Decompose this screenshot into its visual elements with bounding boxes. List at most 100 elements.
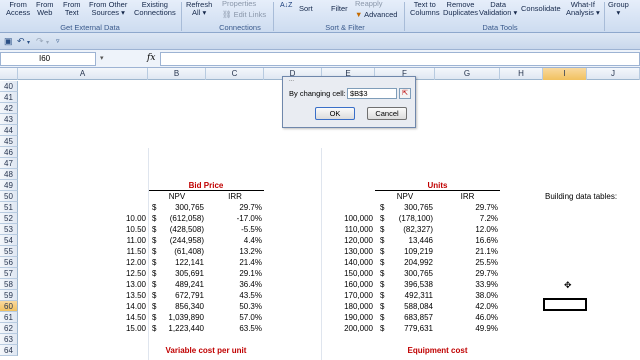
irr-cell[interactable]: 29.7% <box>435 202 498 213</box>
undo-dropdown-icon[interactable]: ▾ <box>27 38 30 48</box>
irr-cell[interactable]: 7.2% <box>435 213 498 224</box>
bid-price-cell[interactable]: 10.00 <box>18 213 146 224</box>
bid-price-cell[interactable]: 14.50 <box>18 312 146 323</box>
bid-price-cell[interactable] <box>18 202 146 213</box>
npv-cell[interactable]: 856,340 <box>160 301 204 312</box>
irr-cell[interactable]: 49.9% <box>435 323 498 334</box>
irr-cell[interactable]: 16.6% <box>435 235 498 246</box>
from-other-sources-button[interactable]: From Other Sources ▾ <box>89 1 127 17</box>
column-header-i[interactable]: I <box>543 68 587 80</box>
npv-cell[interactable]: (178,100) <box>388 213 433 224</box>
bid-price-cell[interactable]: 11.00 <box>18 235 146 246</box>
row-header[interactable]: 58 <box>0 279 18 290</box>
row-header[interactable]: 45 <box>0 136 18 147</box>
redo-icon[interactable]: ↷ <box>36 36 44 46</box>
row-header[interactable]: 64 <box>0 345 18 356</box>
irr-cell[interactable]: -5.5% <box>206 224 262 235</box>
from-web-button[interactable]: From Web <box>36 1 54 17</box>
npv-cell[interactable]: 204,992 <box>388 257 433 268</box>
redo-dropdown-icon[interactable]: ▾ <box>46 38 49 48</box>
from-access-button[interactable]: From Access <box>6 1 30 17</box>
npv-cell[interactable]: 300,765 <box>388 268 433 279</box>
irr-cell[interactable]: 43.5% <box>206 290 262 301</box>
column-header-a[interactable]: A <box>18 68 148 80</box>
bid-price-cell[interactable]: 13.00 <box>18 279 146 290</box>
npv-cell[interactable]: 13,446 <box>388 235 433 246</box>
bid-price-cell[interactable]: 15.00 <box>18 323 146 334</box>
group-button[interactable]: Group ▾ <box>608 1 629 17</box>
row-header[interactable]: 51 <box>0 202 18 213</box>
irr-cell[interactable]: 36.4% <box>206 279 262 290</box>
sort-button[interactable]: Sort <box>299 5 313 13</box>
advanced-button[interactable]: ▼ Advanced <box>355 10 397 19</box>
npv-header[interactable]: NPV <box>375 191 435 202</box>
from-text-button[interactable]: From Text <box>63 1 81 17</box>
irr-cell[interactable]: -17.0% <box>206 213 262 224</box>
row-header[interactable]: 50 <box>0 191 18 202</box>
irr-cell[interactable]: 29.7% <box>206 202 262 213</box>
cancel-button[interactable]: Cancel <box>367 107 407 120</box>
row-header[interactable]: 54 <box>0 235 18 246</box>
ok-button[interactable]: OK <box>315 107 355 120</box>
bid-price-cell[interactable]: 12.50 <box>18 268 146 279</box>
column-header-b[interactable]: B <box>148 68 206 80</box>
remove-duplicates-button[interactable]: Remove Duplicates <box>443 1 478 17</box>
row-header[interactable]: 55 <box>0 246 18 257</box>
customize-qat-icon[interactable]: ▿ <box>56 37 60 47</box>
bid-price-title[interactable]: Bid Price <box>148 180 264 191</box>
row-header[interactable]: 49 <box>0 180 18 191</box>
bid-price-cell[interactable]: 12.00 <box>18 257 146 268</box>
consolidate-button[interactable]: Consolidate <box>521 5 561 13</box>
properties-button[interactable]: Properties <box>222 0 256 8</box>
row-header[interactable]: 56 <box>0 257 18 268</box>
irr-cell[interactable]: 42.0% <box>435 301 498 312</box>
npv-header[interactable]: NPV <box>148 191 206 202</box>
units-cell[interactable]: 160,000 <box>322 279 373 290</box>
units-cell[interactable]: 110,000 <box>322 224 373 235</box>
text-to-columns-button[interactable]: Text to Columns <box>410 1 440 17</box>
irr-cell[interactable]: 63.5% <box>206 323 262 334</box>
sort-az-button[interactable]: A↓Z <box>280 2 292 9</box>
row-header[interactable]: 46 <box>0 147 18 158</box>
irr-cell[interactable]: 13.2% <box>206 246 262 257</box>
bid-price-cell[interactable]: 14.00 <box>18 301 146 312</box>
npv-cell[interactable]: (428,508) <box>160 224 204 235</box>
units-cell[interactable]: 200,000 <box>322 323 373 334</box>
npv-cell[interactable]: 300,765 <box>160 202 204 213</box>
irr-cell[interactable]: 33.9% <box>435 279 498 290</box>
row-header[interactable]: 57 <box>0 268 18 279</box>
npv-cell[interactable]: (612,058) <box>160 213 204 224</box>
equipment-cost-title[interactable]: Equipment cost <box>375 345 500 356</box>
row-header[interactable]: 47 <box>0 158 18 169</box>
what-if-analysis-button[interactable]: What-If Analysis ▾ <box>566 1 600 17</box>
units-cell[interactable]: 140,000 <box>322 257 373 268</box>
row-header[interactable]: 63 <box>0 334 18 345</box>
row-header[interactable]: 62 <box>0 323 18 334</box>
name-box[interactable]: I60 <box>0 52 96 66</box>
row-header[interactable]: 59 <box>0 290 18 301</box>
npv-cell[interactable]: 1,223,440 <box>160 323 204 334</box>
npv-cell[interactable]: 1,039,890 <box>160 312 204 323</box>
npv-cell[interactable]: 683,857 <box>388 312 433 323</box>
edit-links-button[interactable]: ⛓ Edit Links <box>222 10 266 19</box>
units-cell[interactable]: 100,000 <box>322 213 373 224</box>
variable-cost-title[interactable]: Variable cost per unit <box>148 345 264 356</box>
npv-cell[interactable]: (244,958) <box>160 235 204 246</box>
reapply-button[interactable]: Reapply <box>355 0 383 8</box>
changing-cell-input[interactable]: $B$3 <box>347 88 397 99</box>
column-header-g[interactable]: G <box>435 68 500 80</box>
select-all-corner[interactable] <box>0 68 18 80</box>
units-cell[interactable]: 150,000 <box>322 268 373 279</box>
npv-cell[interactable]: 779,631 <box>388 323 433 334</box>
filter-button[interactable]: Filter <box>331 5 348 13</box>
bid-price-cell[interactable]: 10.50 <box>18 224 146 235</box>
row-header[interactable]: 61 <box>0 312 18 323</box>
name-box-dropdown-icon[interactable]: ▾ <box>100 54 104 62</box>
row-header[interactable]: 44 <box>0 125 18 136</box>
irr-cell[interactable]: 29.1% <box>206 268 262 279</box>
units-cell[interactable]: 130,000 <box>322 246 373 257</box>
npv-cell[interactable]: (82,327) <box>388 224 433 235</box>
irr-cell[interactable]: 38.0% <box>435 290 498 301</box>
column-header-j[interactable]: J <box>587 68 640 80</box>
units-cell[interactable]: 120,000 <box>322 235 373 246</box>
